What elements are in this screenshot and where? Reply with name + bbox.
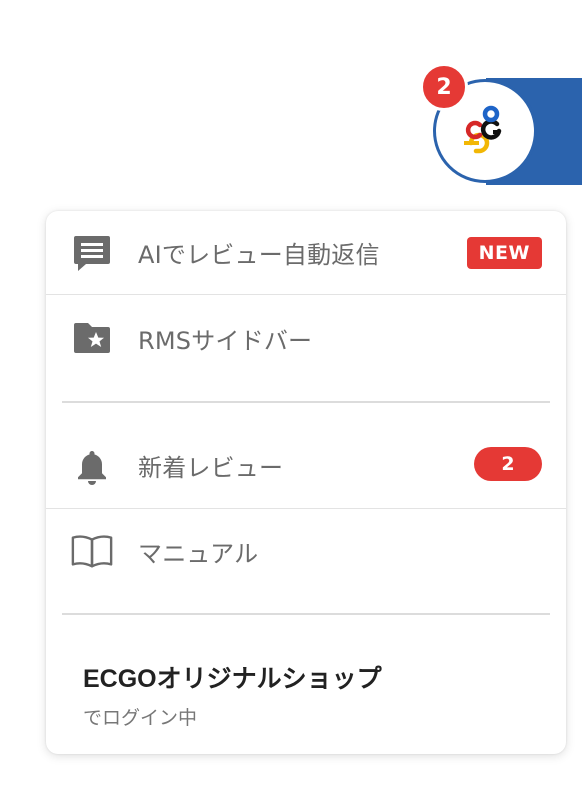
menu-item-label: 新着レビュー bbox=[138, 454, 284, 482]
extension-menu: AIでレビュー自動返信 NEW RMSサイドバー 新着レビュー 2 マニュアル … bbox=[46, 211, 566, 754]
menu-item-label: AIでレビュー自動返信 bbox=[138, 241, 380, 269]
menu-item-manual[interactable]: マニュアル bbox=[46, 509, 566, 593]
folder-star-icon bbox=[70, 318, 114, 358]
menu-item-label: RMSサイドバー bbox=[138, 326, 313, 355]
menu-item-rms-sidebar[interactable]: RMSサイドバー bbox=[46, 296, 566, 380]
menu-item-ai-review-reply[interactable]: AIでレビュー自動返信 NEW bbox=[46, 211, 566, 295]
shop-name: ECGOオリジナルショップ bbox=[83, 665, 382, 693]
ecgo-logo-icon bbox=[464, 105, 502, 154]
notification-count-badge: 2 bbox=[420, 63, 468, 111]
bell-icon bbox=[70, 446, 114, 486]
book-icon bbox=[70, 531, 114, 571]
logged-in-shop: ECGOオリジナルショップ でログイン中 bbox=[83, 659, 382, 730]
new-badge: NEW bbox=[466, 237, 542, 269]
menu-item-new-reviews[interactable]: 新着レビュー 2 bbox=[46, 423, 566, 509]
menu-item-label: マニュアル bbox=[138, 539, 259, 568]
divider bbox=[62, 613, 550, 615]
new-review-count-badge: 2 bbox=[474, 447, 542, 481]
login-status: でログイン中 bbox=[83, 707, 198, 729]
chat-icon bbox=[70, 233, 114, 273]
divider bbox=[62, 401, 550, 403]
